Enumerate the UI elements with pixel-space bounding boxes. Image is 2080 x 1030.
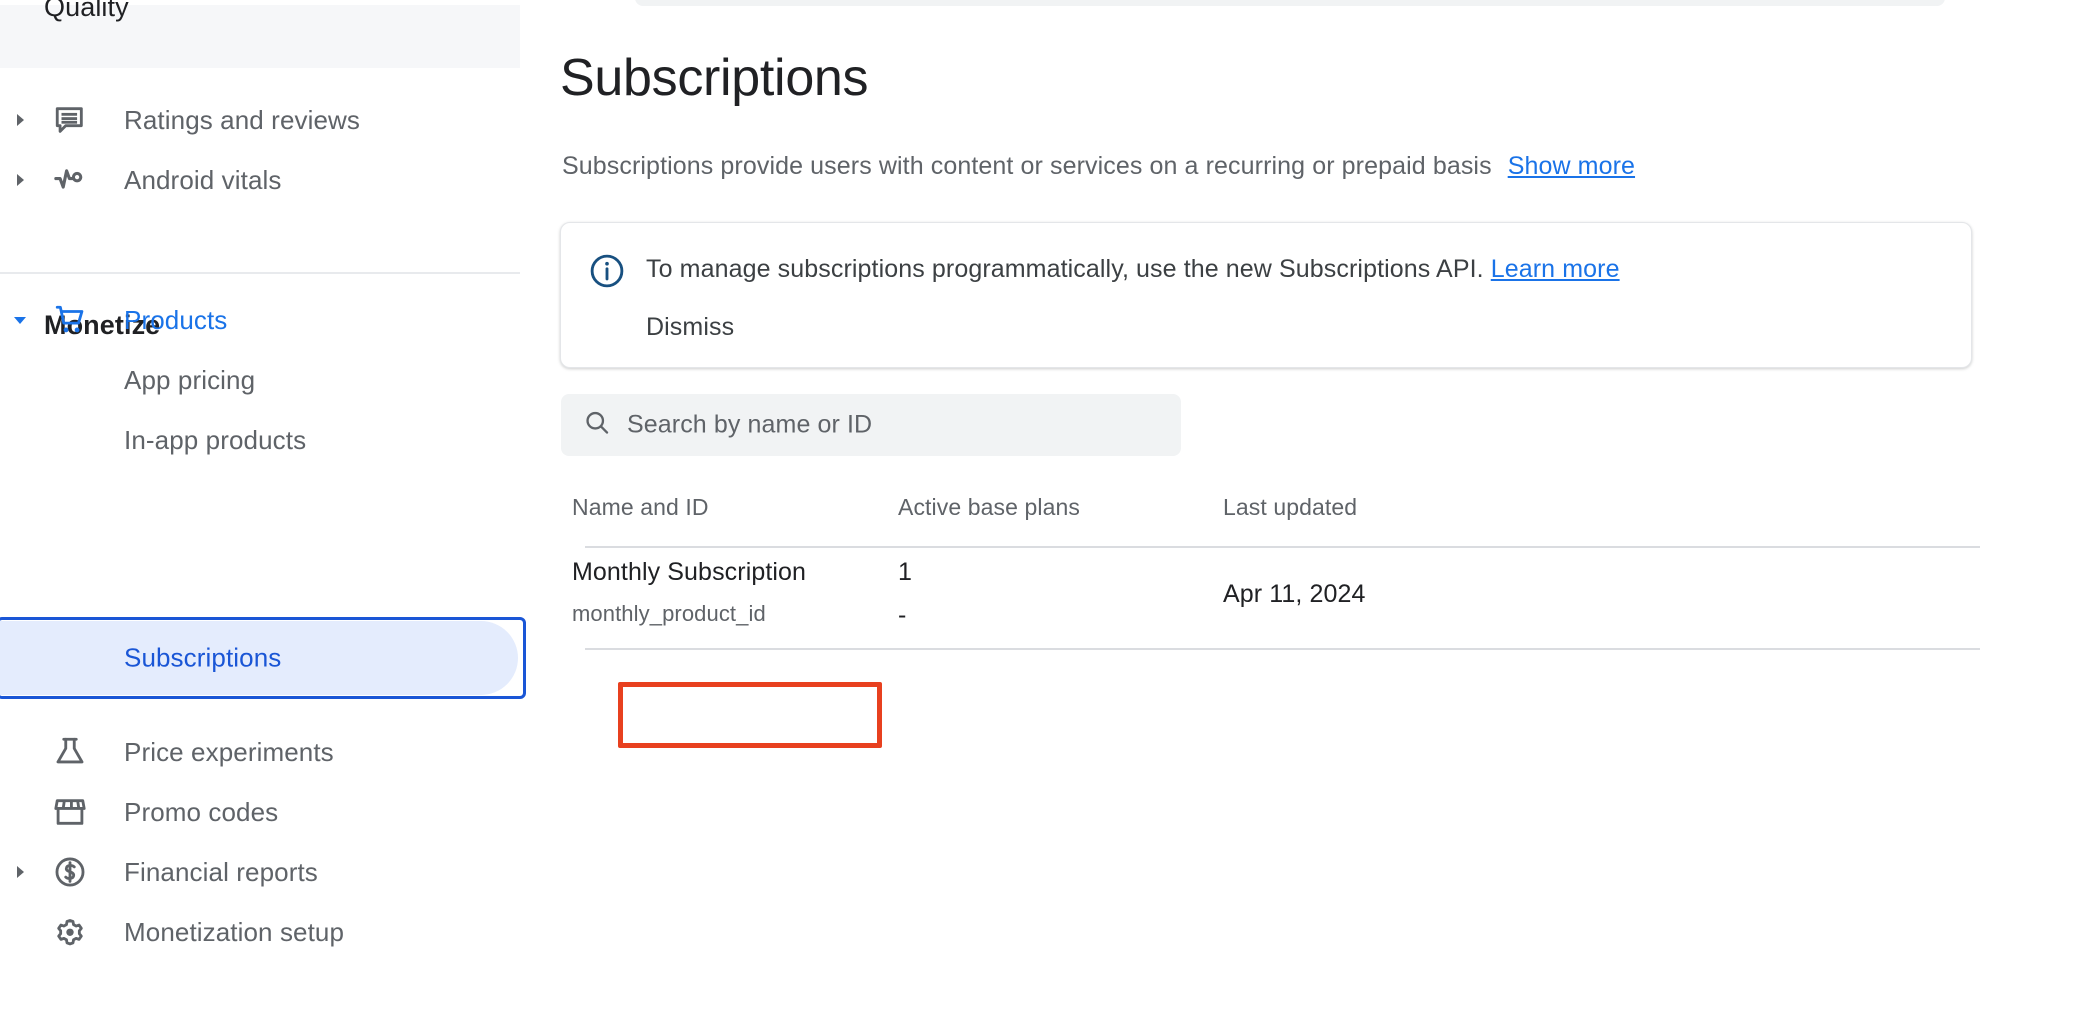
sidebar-item-label: Android vitals <box>124 165 281 196</box>
banner-message: To manage subscriptions programmatically… <box>646 255 1620 284</box>
banner-message-text: To manage subscriptions programmatically… <box>646 255 1484 283</box>
android-vitals-icon <box>44 163 96 197</box>
sidebar-item-label: Promo codes <box>124 797 278 828</box>
chevron-right-icon[interactable] <box>0 864 40 880</box>
page-subtitle: Subscriptions provide users with content… <box>562 152 1635 181</box>
shopping-cart-icon <box>44 303 96 337</box>
sidebar-item-subscriptions[interactable]: Subscriptions <box>0 617 526 699</box>
info-icon <box>588 252 626 290</box>
column-header-active-base-plans[interactable]: Active base plans <box>898 494 1080 521</box>
gear-icon <box>44 915 96 949</box>
left-sidebar: Quality Ratings and reviews <box>0 0 560 1030</box>
highlight-annotation-box <box>618 682 882 748</box>
app-root: Quality Ratings and reviews <box>0 0 2080 1030</box>
page-title: Subscriptions <box>560 48 868 108</box>
table-row[interactable]: Monthly Subscription monthly_product_id … <box>560 548 1980 650</box>
subscriptions-table: Name and ID Active base plans Last updat… <box>560 494 1980 650</box>
sidebar-item-label: Monetization setup <box>124 917 344 948</box>
cell-active-base-plans-secondary: - <box>898 601 906 630</box>
sidebar-item-monetization-setup[interactable]: Monetization setup <box>0 892 520 972</box>
search-icon <box>583 409 611 442</box>
chevron-right-icon[interactable] <box>0 172 40 188</box>
top-clipped-panel <box>635 0 1945 6</box>
sidebar-item-label: Financial reports <box>124 857 318 888</box>
show-more-link[interactable]: Show more <box>1508 152 1635 180</box>
dismiss-button[interactable]: Dismiss <box>646 313 734 342</box>
sidebar-item-in-app-products[interactable]: In-app products <box>0 400 520 480</box>
sidebar-section-quality: Quality <box>44 0 129 23</box>
table-header-row: Name and ID Active base plans Last updat… <box>560 494 1980 546</box>
sidebar-item-label: Subscriptions <box>124 643 281 674</box>
table-row-divider <box>585 648 1980 650</box>
sidebar-divider <box>0 272 520 274</box>
search-input[interactable]: Search by name or ID <box>561 394 1181 456</box>
column-header-name-and-id[interactable]: Name and ID <box>572 494 709 521</box>
storefront-icon <box>44 795 96 829</box>
sidebar-item-label: App pricing <box>124 365 255 396</box>
cell-active-base-plans: 1 <box>898 558 912 587</box>
page-subtitle-text: Subscriptions provide users with content… <box>562 152 1492 180</box>
ratings-reviews-icon <box>44 103 96 137</box>
chevron-right-icon[interactable] <box>0 112 40 128</box>
cell-subscription-name: Monthly Subscription <box>572 558 806 587</box>
search-placeholder: Search by name or ID <box>627 411 872 440</box>
learn-more-link[interactable]: Learn more <box>1491 255 1620 283</box>
sidebar-item-label: Ratings and reviews <box>124 105 360 136</box>
sidebar-item-android-vitals[interactable]: Android vitals <box>0 140 520 220</box>
chevron-down-icon[interactable] <box>0 312 40 328</box>
dollar-circle-icon <box>44 855 96 889</box>
cell-subscription-id: monthly_product_id <box>572 601 766 627</box>
cell-last-updated: Apr 11, 2024 <box>1223 580 1366 609</box>
main-content: Subscriptions Subscriptions provide user… <box>560 0 2080 1030</box>
sidebar-item-label: In-app products <box>124 425 306 456</box>
sidebar-item-label: Products <box>124 305 227 336</box>
sidebar-item-label: Price experiments <box>124 737 334 768</box>
flask-icon <box>44 735 96 769</box>
subscriptions-api-banner: To manage subscriptions programmatically… <box>560 222 1972 368</box>
column-header-last-updated[interactable]: Last updated <box>1223 494 1357 521</box>
